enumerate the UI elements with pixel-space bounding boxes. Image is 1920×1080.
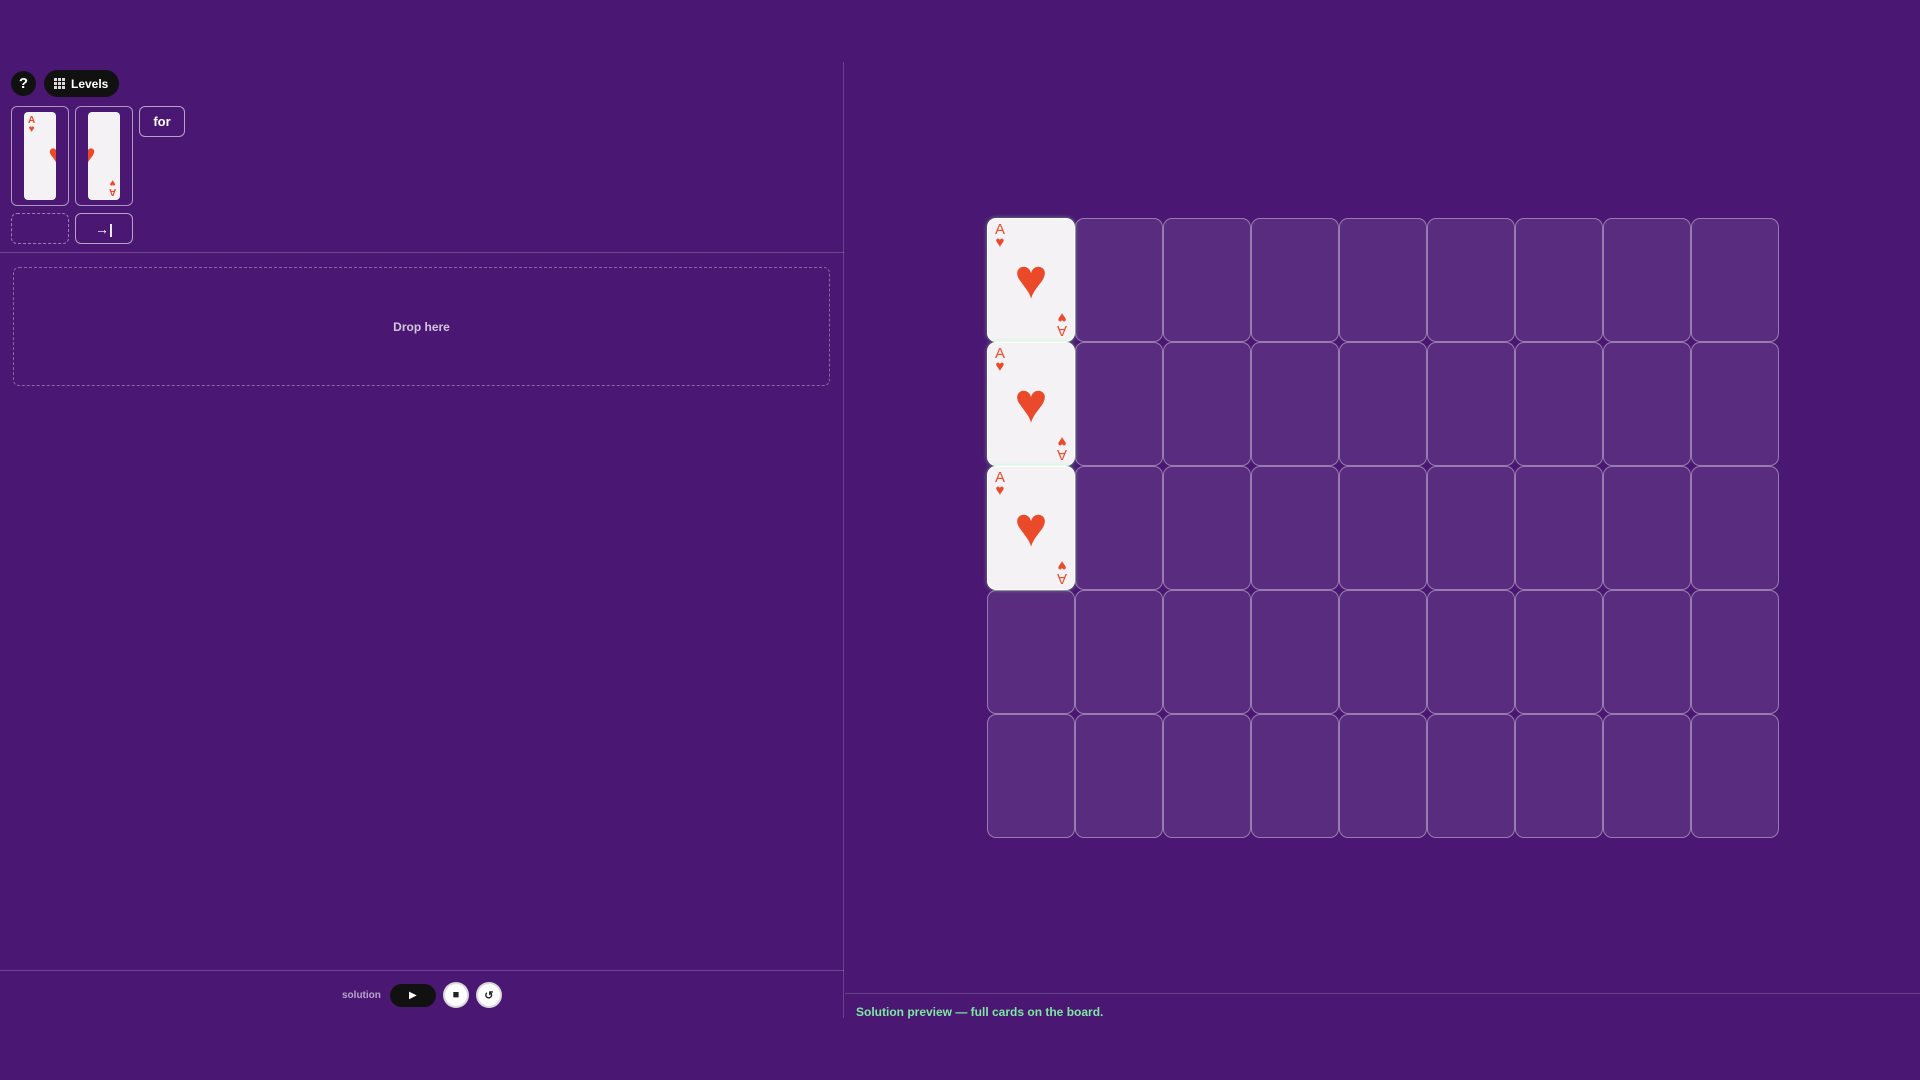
help-button[interactable]: ? (11, 71, 36, 96)
board-cell[interactable] (1427, 466, 1515, 590)
board-cell[interactable] (1251, 466, 1339, 590)
board-cell[interactable] (1339, 466, 1427, 590)
board-cell[interactable] (1691, 590, 1779, 714)
card-rank-bottom: A ♥ (1056, 557, 1067, 587)
heart-icon: ♥ (1014, 495, 1048, 558)
mini-card: A♥ ♥ (24, 112, 56, 200)
divider (0, 252, 844, 253)
playback-controls: solution ▶ ■ ↺ (342, 982, 502, 1008)
board-cell[interactable] (1691, 714, 1779, 838)
board-cell[interactable] (1251, 342, 1339, 466)
card-rank-bottom: A ♥ (1056, 309, 1067, 339)
divider (845, 993, 1920, 994)
board-cell[interactable] (1603, 466, 1691, 590)
board-cell[interactable] (1075, 714, 1163, 838)
heart-icon: ♥ (1014, 371, 1048, 434)
palette-card-left-half[interactable]: A♥ ♥ (11, 106, 69, 206)
board-cell[interactable] (1691, 466, 1779, 590)
card-rank-top: A ♥ (995, 221, 1006, 251)
board-cell[interactable] (1515, 590, 1603, 714)
board-cell[interactable] (1075, 218, 1163, 342)
board-cell[interactable] (1427, 714, 1515, 838)
board-cell[interactable] (1515, 218, 1603, 342)
play-button[interactable]: ▶ (389, 983, 436, 1007)
empty-slot[interactable] (11, 213, 69, 244)
board-cell[interactable] (1339, 714, 1427, 838)
board-cell[interactable] (1075, 466, 1163, 590)
board-cell[interactable] (1339, 342, 1427, 466)
board-cell[interactable] (1339, 590, 1427, 714)
board-cell[interactable] (1603, 714, 1691, 838)
board-cell[interactable] (1515, 342, 1603, 466)
board-cell[interactable] (1691, 342, 1779, 466)
card-rank-top: A ♥ (995, 469, 1006, 499)
divider (0, 970, 844, 971)
board-cell[interactable] (1427, 342, 1515, 466)
program-drop-zone[interactable]: Drop here (13, 267, 830, 386)
board-cell[interactable] (1163, 590, 1251, 714)
board-cell[interactable] (1251, 590, 1339, 714)
for-loop-block[interactable]: for (139, 106, 185, 137)
board-cell[interactable] (1251, 218, 1339, 342)
board-cell[interactable] (1163, 218, 1251, 342)
board-cell[interactable] (1163, 342, 1251, 466)
board-cell[interactable] (1603, 590, 1691, 714)
levels-button[interactable]: Levels (44, 70, 120, 97)
board-cell[interactable] (987, 590, 1075, 714)
status-message: Solution preview — full cards on the boa… (856, 1005, 1104, 1019)
heart-icon: ♥ (48, 139, 56, 171)
mini-card: ♥ A♥ (88, 112, 120, 200)
board-cell[interactable] (1339, 218, 1427, 342)
playing-card[interactable]: A ♥ ♥ A ♥ (987, 466, 1075, 590)
board-cell[interactable] (1427, 590, 1515, 714)
levels-label: Levels (71, 76, 109, 91)
palette-card-right-half[interactable]: ♥ A♥ (75, 106, 133, 206)
stop-button[interactable]: ■ (442, 982, 469, 1008)
reset-button[interactable]: ↺ (475, 982, 502, 1008)
card-board: A ♥ ♥ A ♥ A ♥ ♥ A ♥ A ♥ ♥ A ♥ (987, 218, 1779, 838)
board-cell[interactable] (1515, 466, 1603, 590)
board-cell[interactable] (1251, 714, 1339, 838)
card-rank-bottom: A ♥ (108, 177, 116, 197)
editor-pane: ? Levels A♥ ♥ ♥ A♥ for →| Drop here (0, 62, 844, 1018)
drop-placeholder: Drop here (393, 319, 450, 334)
board-cell[interactable] (1075, 342, 1163, 466)
card-rank-top: A ♥ (28, 115, 36, 135)
board-cell[interactable] (987, 714, 1075, 838)
board-cell[interactable] (1163, 714, 1251, 838)
playing-card[interactable]: A ♥ ♥ A ♥ (987, 342, 1075, 466)
heart-icon: ♥ (1014, 247, 1048, 310)
board-cell[interactable] (1163, 466, 1251, 590)
board-cell[interactable] (1691, 218, 1779, 342)
toolbar: ? Levels (11, 70, 120, 97)
playing-card[interactable]: A ♥ ♥ A ♥ (987, 218, 1075, 342)
grid-icon (54, 78, 65, 89)
card-rank-bottom: A ♥ (1056, 433, 1067, 463)
controls-label: solution (342, 989, 381, 1001)
board-cell[interactable] (1515, 714, 1603, 838)
board-cell[interactable] (1427, 218, 1515, 342)
board-cell[interactable] (1075, 590, 1163, 714)
card-rank-top: A ♥ (995, 345, 1006, 375)
indent-icon[interactable]: →| (75, 213, 133, 244)
heart-icon: ♥ (88, 139, 96, 171)
board-cell[interactable] (1603, 342, 1691, 466)
board-pane: A ♥ ♥ A ♥ A ♥ ♥ A ♥ A ♥ ♥ A ♥ Solution preview — full … (845, 62, 1920, 1019)
board-cell[interactable] (1603, 218, 1691, 342)
